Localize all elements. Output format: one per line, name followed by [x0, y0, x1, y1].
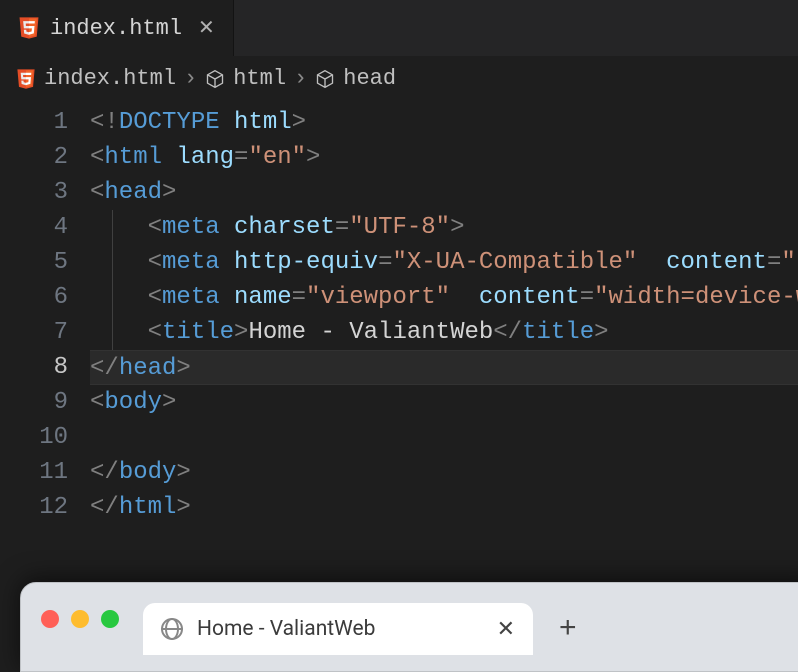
browser-tabstrip: Home - ValiantWeb ✕ + — [21, 583, 798, 655]
line-number: 12 — [0, 490, 68, 525]
line-number: 3 — [0, 175, 68, 210]
browser-tab[interactable]: Home - ValiantWeb ✕ — [143, 603, 533, 655]
line-number: 10 — [0, 420, 68, 455]
code-line[interactable]: <!DOCTYPE html> — [90, 105, 798, 140]
line-number: 7 — [0, 315, 68, 350]
browser-tab-title: Home - ValiantWeb — [197, 617, 483, 641]
line-number: 5 — [0, 245, 68, 280]
close-icon[interactable]: ✕ — [198, 15, 215, 41]
breadcrumb-item[interactable]: index.html — [16, 66, 176, 91]
code-editor[interactable]: 123456789101112 <!DOCTYPE html><html lan… — [0, 105, 798, 525]
editor-tabbar: index.html ✕ — [0, 0, 798, 56]
breadcrumb-separator: › — [294, 66, 307, 91]
close-icon[interactable]: ✕ — [497, 617, 515, 642]
code-line[interactable]: </html> — [90, 490, 798, 525]
breadcrumb-separator: › — [184, 66, 197, 91]
code-line[interactable]: <meta charset="UTF-8"> — [90, 210, 798, 245]
code-line[interactable]: <meta http-equiv="X-UA-Compatible" conte… — [90, 245, 798, 280]
code-line[interactable]: <head> — [90, 175, 798, 210]
breadcrumb-item[interactable]: html — [205, 66, 286, 91]
code-line[interactable]: <body> — [90, 385, 798, 420]
line-number-gutter: 123456789101112 — [0, 105, 90, 525]
code-line[interactable]: </body> — [90, 455, 798, 490]
breadcrumb-label: index.html — [44, 66, 176, 91]
window-controls — [41, 610, 119, 628]
breadcrumb-label: html — [233, 66, 286, 91]
line-number: 11 — [0, 455, 68, 490]
code-line[interactable]: <meta name="viewport" content="width=dev… — [90, 280, 798, 315]
line-number: 8 — [0, 350, 68, 385]
element-icon — [315, 69, 335, 89]
minimize-window-button[interactable] — [71, 610, 89, 628]
code-area[interactable]: <!DOCTYPE html><html lang="en"><head> <m… — [90, 105, 798, 525]
indent-guide — [112, 315, 113, 350]
indent-guide — [112, 210, 113, 245]
line-number: 6 — [0, 280, 68, 315]
line-number: 9 — [0, 385, 68, 420]
close-window-button[interactable] — [41, 610, 59, 628]
editor-tab-filename: index.html — [50, 16, 182, 41]
line-number: 4 — [0, 210, 68, 245]
element-icon — [205, 69, 225, 89]
maximize-window-button[interactable] — [101, 610, 119, 628]
globe-icon — [161, 618, 183, 640]
html5-icon — [18, 16, 40, 40]
indent-guide — [112, 245, 113, 280]
breadcrumb: index.html › html › head — [0, 56, 798, 105]
html5-icon — [16, 68, 36, 90]
code-line[interactable]: <html lang="en"> — [90, 140, 798, 175]
code-line[interactable]: </head> — [90, 350, 798, 385]
code-line[interactable] — [90, 420, 798, 455]
indent-guide — [112, 280, 113, 315]
new-tab-button[interactable]: + — [559, 611, 577, 645]
code-line[interactable]: <title>Home - ValiantWeb</title> — [90, 315, 798, 350]
line-number: 1 — [0, 105, 68, 140]
editor-tab[interactable]: index.html ✕ — [0, 0, 234, 56]
browser-window: Home - ValiantWeb ✕ + — [20, 582, 798, 672]
line-number: 2 — [0, 140, 68, 175]
breadcrumb-label: head — [343, 66, 396, 91]
breadcrumb-item[interactable]: head — [315, 66, 396, 91]
